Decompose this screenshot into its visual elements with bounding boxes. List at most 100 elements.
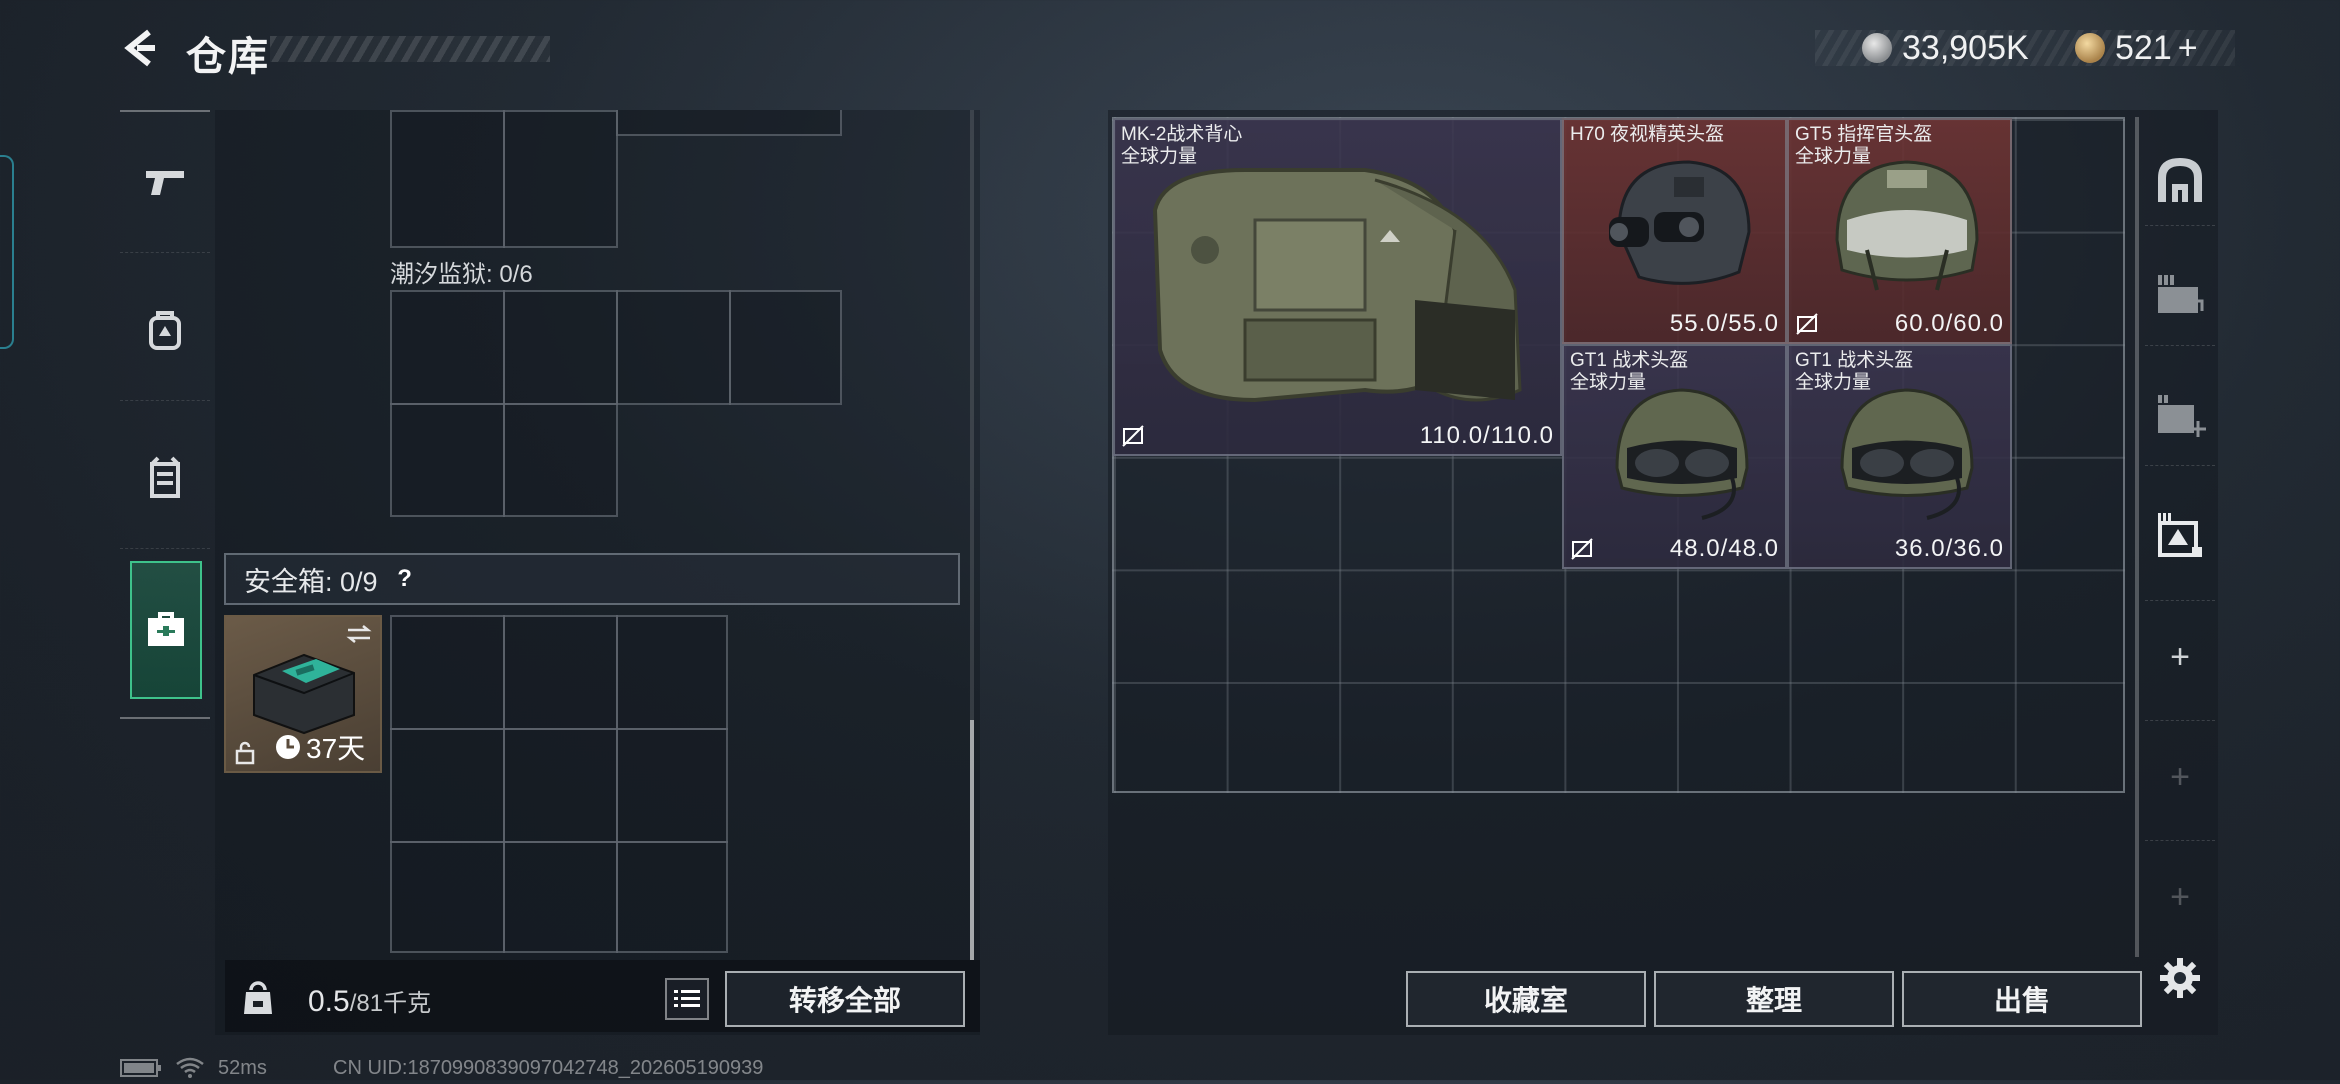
currency-secondary-value: 521 xyxy=(2115,28,2172,67)
weight-value: 0.5 xyxy=(308,985,350,1018)
no-trade-icon xyxy=(1571,538,1593,560)
side-tab-stash[interactable] xyxy=(2150,150,2210,210)
title-decoration xyxy=(270,36,550,62)
no-trade-icon xyxy=(1122,425,1144,447)
divider xyxy=(2145,720,2215,722)
user-uid: CN UID:1870990839097042748_202605190939 xyxy=(333,1057,764,1079)
grid-slot[interactable] xyxy=(390,110,505,248)
grid-slot[interactable] xyxy=(390,615,505,730)
grid-slot[interactable] xyxy=(616,728,728,843)
stash-item-gt1-helmet[interactable]: GT1 战术头盔 全球力量 36.0/36.0 xyxy=(1787,344,2012,569)
currency-main-value: 33,905K xyxy=(1902,28,2029,67)
tactical-helmet-image xyxy=(1615,388,1749,520)
side-tab-container-active[interactable] xyxy=(2150,505,2210,565)
add-container-button[interactable]: + xyxy=(2150,627,2210,687)
briefcase-icon xyxy=(148,612,184,646)
list-view-button[interactable] xyxy=(665,978,709,1020)
grid-slot[interactable] xyxy=(390,728,505,843)
gear-icon xyxy=(2160,958,2200,998)
stash-item-vest[interactable]: MK-2战术背心 全球力量 110.0/110.0 xyxy=(1113,118,1562,456)
grid-slot[interactable] xyxy=(390,290,505,405)
grid-slot[interactable] xyxy=(616,615,728,730)
item-durability: 48.0/48.0 xyxy=(1669,535,1779,562)
item-name-line1: H70 夜视精英头盔 xyxy=(1570,124,1725,145)
grid-slot[interactable] xyxy=(503,403,618,517)
nav-item-vest[interactable] xyxy=(120,408,210,549)
grid-slot[interactable] xyxy=(729,290,842,405)
grid-slot[interactable] xyxy=(503,615,618,730)
safe-box-label: 安全箱: 0/9 xyxy=(244,566,378,597)
item-durability: 36.0/36.0 xyxy=(1894,535,2004,562)
swap-icon[interactable] xyxy=(346,625,372,643)
stash-item-gt1-helmet[interactable]: GT1 战术头盔 全球力量 48.0/48.0 xyxy=(1562,344,1787,569)
grid-slot[interactable] xyxy=(503,110,618,248)
timer-value: 37天 xyxy=(306,733,366,764)
item-name: H70 夜视精英头盔 xyxy=(1570,124,1724,146)
clock-icon xyxy=(276,735,300,759)
collection-room-button[interactable]: 收藏室 xyxy=(1406,971,1646,1027)
divider xyxy=(2145,840,2215,842)
container-label: 潮汐监狱: 0/6 xyxy=(390,261,533,288)
weight-icon xyxy=(244,981,272,1014)
grid-slot[interactable] xyxy=(616,290,731,405)
stash-item-h70-helmet[interactable]: H70 夜视精英头盔 55.0/55.0 xyxy=(1562,118,1787,344)
item-durability: 110.0/110.0 xyxy=(1419,422,1554,449)
page-title: 仓库 xyxy=(186,35,270,79)
sort-button[interactable]: 整理 xyxy=(1654,971,1894,1027)
timer: 37天 xyxy=(274,727,365,767)
grid-slot[interactable] xyxy=(390,841,505,953)
settings-button[interactable] xyxy=(2150,948,2210,1008)
pistol-icon xyxy=(146,171,184,195)
item-durability: 55.0/55.0 xyxy=(1669,310,1779,337)
sell-button[interactable]: 出售 xyxy=(1902,971,2142,1027)
grid-slot[interactable] xyxy=(616,841,728,953)
side-drawer-tab[interactable] xyxy=(0,155,14,349)
safe-box-header: 安全箱: 0/9 ? xyxy=(224,553,960,605)
item-name-line1: GT1 战术头盔 xyxy=(1795,350,1914,371)
container-icon xyxy=(2158,275,2204,313)
warehouse-icon xyxy=(2158,158,2202,202)
container-add-icon xyxy=(2158,395,2206,437)
night-vision-helmet-image xyxy=(1609,160,1751,285)
lock-button[interactable] xyxy=(235,975,281,1021)
tactical-helmet-image xyxy=(1840,388,1974,520)
side-tab-container-1[interactable] xyxy=(2150,265,2210,325)
scrollbar[interactable] xyxy=(970,720,974,960)
grid-slot[interactable] xyxy=(503,841,618,953)
grid-slot[interactable] xyxy=(503,728,618,843)
currency-plus[interactable]: + xyxy=(2178,29,2198,68)
grid-slot[interactable] xyxy=(503,290,618,405)
vest-icon xyxy=(150,456,180,498)
back-button[interactable] xyxy=(116,24,164,72)
silver-coin-icon xyxy=(1862,33,1892,63)
transfer-all-button[interactable]: 转移全部 xyxy=(725,971,965,1027)
no-trade-icon xyxy=(1796,313,1818,335)
item-name-line1: GT5 指挥官头盔 xyxy=(1795,124,1933,145)
currency-main[interactable]: 33,905K xyxy=(1862,28,2029,67)
stash-scroll-track[interactable] xyxy=(2135,117,2139,957)
divider xyxy=(2145,345,2215,347)
safe-box-item[interactable]: 37天 xyxy=(224,615,382,773)
nav-item-backpack[interactable] xyxy=(120,260,210,401)
chevron-left-icon xyxy=(124,29,155,67)
add-container-button[interactable]: + xyxy=(2150,747,2210,807)
add-container-button[interactable]: + xyxy=(2150,867,2210,927)
ping-value: 52ms xyxy=(218,1057,267,1079)
item-name-line1: MK-2战术背心 xyxy=(1121,124,1243,145)
divider xyxy=(2145,225,2215,227)
backpack-icon xyxy=(149,311,181,350)
safe-box-image xyxy=(253,653,355,735)
side-tab-container-2[interactable] xyxy=(2150,385,2210,445)
grid-slot[interactable] xyxy=(390,403,505,517)
nav-item-safe-box[interactable] xyxy=(130,561,202,699)
grid-slot[interactable] xyxy=(616,110,842,136)
list-icon xyxy=(674,990,700,1007)
nav-item-weapons[interactable] xyxy=(120,112,210,253)
currency-secondary[interactable]: 521 + xyxy=(2075,28,2198,68)
divider xyxy=(2145,600,2215,602)
weight-max: /81千克 xyxy=(349,990,432,1017)
help-icon[interactable]: ? xyxy=(392,565,418,592)
divider xyxy=(2145,465,2215,467)
item-durability: 60.0/60.0 xyxy=(1894,310,2004,337)
stash-item-gt5-helmet[interactable]: GT5 指挥官头盔 全球力量 60.0/60.0 xyxy=(1787,118,2012,344)
